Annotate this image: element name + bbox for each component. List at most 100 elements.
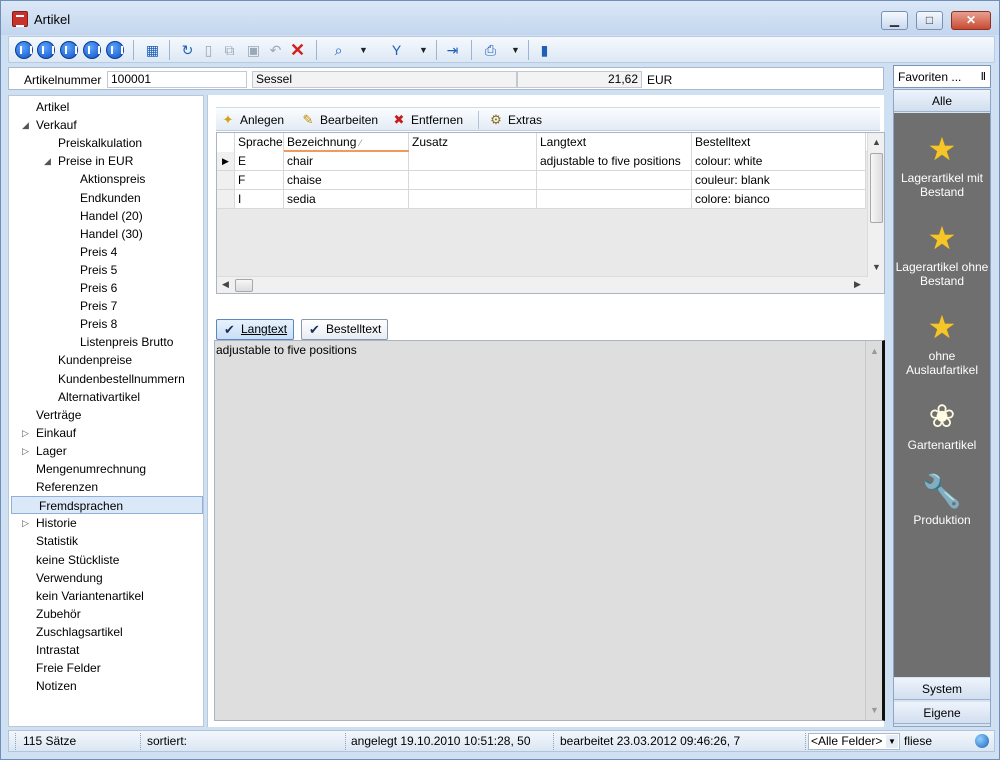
tree-item[interactable]: Endkunden [80,189,141,207]
add-button[interactable]: ✦ Anlegen [218,111,285,129]
tree-item[interactable]: ▷ Einkauf [22,424,76,442]
tree-item[interactable]: Statistik [36,532,78,550]
tree-item[interactable]: ◢ Preise in EUR [44,152,133,170]
column-header[interactable]: Zusatz [409,133,537,152]
tree-item[interactable]: Freie Felder [36,659,101,677]
table-cell[interactable]: chair [284,152,409,171]
collapse-icon[interactable]: ◢ [44,152,51,170]
table-cell[interactable] [537,171,692,190]
tree-item[interactable]: Verträge [36,406,81,424]
undo-button[interactable]: ↶ [268,43,283,58]
tree-item[interactable]: Handel (30) [80,225,143,243]
row-selector[interactable] [217,190,235,209]
close-button[interactable]: ✕ [951,11,991,30]
collapse-icon[interactable]: ◢ [22,116,29,134]
search-icon[interactable]: ⌕ [331,43,346,58]
tree-item[interactable]: Mengenumrechnung [36,460,146,478]
minimize-button[interactable]: ▁ [881,11,908,30]
next-record-button[interactable] [83,41,101,59]
table-cell[interactable]: couleur: blank [692,171,866,190]
favorite-item[interactable]: ★ Lagerartikel mit Bestand [894,131,990,199]
column-header[interactable]: Langtext [537,133,692,152]
delete-button[interactable]: ✕ [290,41,305,59]
filter-dropdown-icon[interactable]: ▼ [419,43,428,58]
favorites-header[interactable]: Favoriten ... Ⅱ [893,65,991,88]
table-cell[interactable]: sedia [284,190,409,209]
tab-langtext[interactable]: ✔ Langtext [216,319,295,340]
print-icon[interactable]: ⎙ [483,43,498,58]
chevron-down-icon[interactable]: ▼ [886,735,898,748]
scroll-thumb[interactable] [870,153,883,223]
edit-button[interactable]: ✎ Bearbeiten [298,111,379,129]
tree-item[interactable]: Preis 4 [80,243,117,261]
tree-item[interactable]: Fremdsprachen [11,496,203,515]
long-text-editor[interactable]: adjustable to five positions ▲ ▼ [214,340,885,721]
favorite-item[interactable]: 🔧 Produktion [894,473,990,527]
table-cell[interactable]: colore: bianco [692,190,866,209]
tree-item[interactable]: Preis 7 [80,297,117,315]
field-filter-dropdown[interactable]: <Alle Felder> ▼ [808,733,900,750]
first-record-button[interactable] [15,41,33,59]
previous-record-button[interactable] [60,41,78,59]
save-button[interactable]: ▣ [246,43,261,58]
grid-horizontal-scrollbar[interactable]: ◀ ▶ [217,276,868,293]
table-cell[interactable]: adjustable to five positions [537,152,692,171]
tree-item[interactable]: Verwendung [36,569,103,587]
tree-item[interactable]: Zubehör [36,605,81,623]
tab-bestelltext[interactable]: ✔ Bestelltext [301,319,389,340]
table-cell[interactable] [409,152,537,171]
pin-icon[interactable]: Ⅱ [981,70,986,83]
last-record-button[interactable] [106,41,124,59]
row-selector[interactable]: ▶ [217,152,235,171]
favorite-item[interactable]: ❀ Gartenartikel [894,398,990,452]
tree-item[interactable]: Kundenbestellnummern [58,370,185,388]
tree-item[interactable]: Preiskalkulation [58,134,142,152]
tree-item[interactable]: Aktionspreis [80,170,145,188]
table-cell[interactable]: I [235,190,284,209]
maximize-button[interactable]: □ [916,11,943,30]
favorites-tab-system[interactable]: System [894,678,990,700]
editor-scrollbar[interactable]: ▲ ▼ [865,341,882,720]
row-selector[interactable] [217,171,235,190]
tree-item[interactable]: keine Stückliste [36,551,119,569]
extras-button[interactable]: ⚙ Extras [486,111,542,129]
globe-icon[interactable] [975,734,989,748]
tree-item[interactable]: Referenzen [36,478,98,496]
tree-item[interactable]: Handel (20) [80,207,143,225]
previous-page-button[interactable] [37,41,55,59]
tree-item[interactable]: Notizen [36,677,77,695]
tree-item[interactable]: Zuschlagsartikel [36,623,123,641]
tree-item[interactable]: ◢ Verkauf [22,116,77,134]
item-number-field[interactable]: 100001 [107,71,247,88]
tree-item[interactable]: Intrastat [36,641,79,659]
tree-item[interactable]: kein Variantenartikel [36,587,144,605]
table-view-button[interactable]: ▦ [145,43,160,58]
column-header[interactable]: Sprache [235,133,284,152]
tree-item[interactable]: Preis 5 [80,261,117,279]
favorite-item[interactable]: ★ Lagerartikel ohne Bestand [894,220,990,288]
expand-icon[interactable]: ▷ [22,424,29,442]
expand-icon[interactable]: ▷ [22,514,29,532]
expand-icon[interactable]: ▷ [22,442,29,460]
favorites-tab-all[interactable]: Alle [894,90,990,112]
favorites-tab-own[interactable]: Eigene [894,702,990,724]
table-cell[interactable] [409,171,537,190]
table-cell[interactable]: chaise [284,171,409,190]
tree-item[interactable]: Listenpreis Brutto [80,333,173,351]
tree-item[interactable]: ▷ Lager [22,442,67,460]
favorite-item[interactable]: ★ ohne Auslaufartikel [894,309,990,377]
search-dropdown-icon[interactable]: ▼ [359,43,368,58]
remove-button[interactable]: ✖ Entfernen [389,111,464,129]
grid-vertical-scrollbar[interactable]: ▲ ▼ [867,133,884,293]
print-dropdown-icon[interactable]: ▼ [511,43,520,58]
table-cell[interactable] [409,190,537,209]
tree-item[interactable]: Preis 8 [80,315,117,333]
tree-item[interactable]: Kundenpreise [58,351,132,369]
new-record-button[interactable]: ▯ [201,43,216,58]
scroll-thumb[interactable] [235,279,253,292]
table-cell[interactable]: colour: white [692,152,866,171]
copy-record-button[interactable]: ⧉ [222,43,237,58]
tree-item[interactable]: ▷ Historie [22,514,77,532]
table-cell[interactable]: E [235,152,284,171]
exit-door-icon[interactable]: ▮ [537,43,552,58]
